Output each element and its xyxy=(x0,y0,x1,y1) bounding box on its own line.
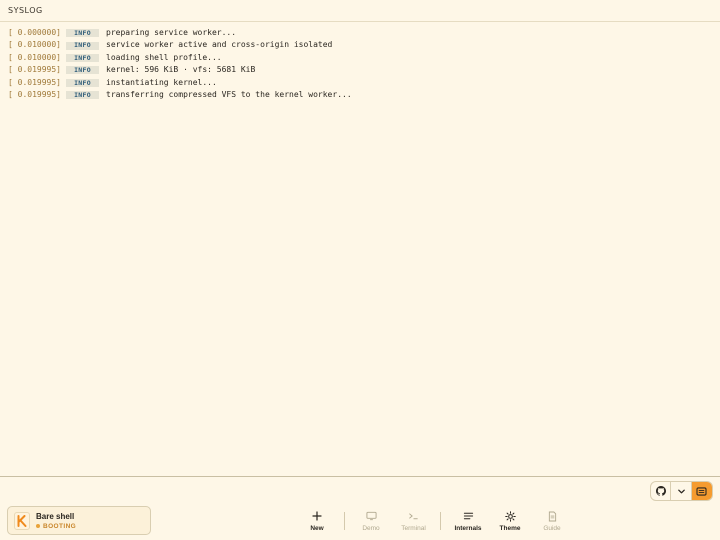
log-row: [ 0.019995] INFO instantiating kernel... xyxy=(0,77,720,89)
panel-actions xyxy=(650,481,713,501)
dock-guide-label: Guide xyxy=(543,525,561,532)
log-level-badge: INFO xyxy=(66,66,99,75)
log-row: [ 0.000000] INFO preparing service worke… xyxy=(0,27,720,39)
log-row: [ 0.019995] INFO kernel: 596 KiB · vfs: … xyxy=(0,64,720,76)
log-panel-icon xyxy=(696,486,707,496)
monitor-icon xyxy=(365,511,377,521)
log-message: service worker active and cross-origin i… xyxy=(106,40,333,50)
dock-new-label: New xyxy=(310,525,324,532)
log-row: [ 0.010000] INFO loading shell profile..… xyxy=(0,52,720,64)
log-timestamp: [ 0.019995] xyxy=(8,77,61,87)
terminal-icon xyxy=(409,513,418,520)
log-level-badge: INFO xyxy=(66,41,99,50)
panel-title: SYSLOG xyxy=(8,6,43,15)
dock-new-button[interactable]: New xyxy=(305,508,329,536)
top-bar: SYSLOG xyxy=(0,0,720,22)
log-row: [ 0.010000] INFO service worker active a… xyxy=(0,39,720,51)
log-timestamp: [ 0.010000] xyxy=(8,52,61,62)
dock-theme-label: Theme xyxy=(499,525,521,532)
dock-demo-button[interactable]: Demo xyxy=(359,508,383,536)
log-level-badge: INFO xyxy=(66,91,99,100)
dock-guide-button[interactable]: Guide xyxy=(540,508,564,536)
log-message: instantiating kernel... xyxy=(106,77,217,87)
log-timestamp: [ 0.019995] xyxy=(8,89,61,99)
plus-icon xyxy=(312,511,322,521)
dock-terminal-button[interactable]: Terminal xyxy=(397,508,430,536)
log-timestamp: [ 0.019995] xyxy=(8,65,61,75)
log-level-badge: INFO xyxy=(66,54,99,62)
log-level-badge: INFO xyxy=(66,79,99,87)
gear-icon xyxy=(504,510,516,522)
log-message: preparing service worker... xyxy=(106,28,237,37)
log-message: kernel: 596 KiB · vfs: 5681 KiB xyxy=(106,65,256,75)
bottom-dock: New Demo Terminal Internals Theme Guide xyxy=(0,508,720,536)
collapse-button[interactable] xyxy=(671,482,692,500)
github-button[interactable] xyxy=(651,482,672,500)
log-level-badge: INFO xyxy=(66,29,99,38)
log-timestamp: [ 0.010000] xyxy=(8,40,61,50)
panel-divider[interactable] xyxy=(0,476,720,477)
document-icon xyxy=(548,511,556,521)
log-message: loading shell profile... xyxy=(106,52,222,62)
dock-terminal-label: Terminal xyxy=(401,525,426,532)
dock-separator xyxy=(344,512,345,530)
log-message: transferring compressed VFS to the kerne… xyxy=(106,89,352,99)
chevron-down-icon xyxy=(677,489,685,493)
log-timestamp: [ 0.000000] xyxy=(8,28,61,37)
lines-icon xyxy=(463,512,473,520)
dock-internals-button[interactable]: Internals xyxy=(452,508,484,536)
dock-theme-button[interactable]: Theme xyxy=(497,508,523,536)
syslog-toggle-button[interactable] xyxy=(691,482,712,500)
dock-internals-label: Internals xyxy=(454,525,482,532)
syslog-output: [ 0.000000] INFO preparing service worke… xyxy=(0,27,720,101)
github-icon xyxy=(655,486,666,496)
log-row: [ 0.019995] INFO transferring compressed… xyxy=(0,89,720,101)
dock-demo-label: Demo xyxy=(362,525,380,532)
dock-separator xyxy=(440,512,441,530)
